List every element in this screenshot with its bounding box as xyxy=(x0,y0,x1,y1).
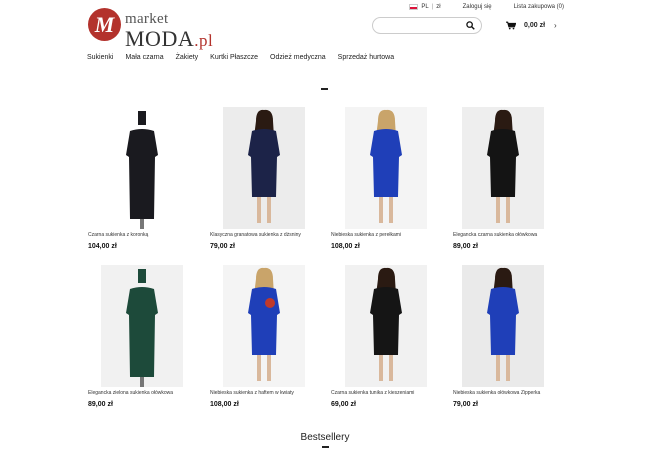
cart-widget[interactable]: 0,00 zł › xyxy=(506,21,557,30)
product-price: 89,00 zł xyxy=(453,243,478,250)
search-input[interactable] xyxy=(373,22,463,37)
section-divider xyxy=(321,88,328,90)
main-nav: Sukienki Mała czarna Żakiety Kurtki Płas… xyxy=(87,54,406,61)
product-name[interactable]: Czarna sukienka tunika z kieszeniami xyxy=(331,390,414,396)
currency-label: zł xyxy=(436,4,441,10)
product-name[interactable]: Niebieska sukienka z haftem w kwiaty xyxy=(210,390,294,396)
logo-suffix: .pl xyxy=(194,31,214,50)
product-image[interactable] xyxy=(462,265,544,387)
product-price: 89,00 zł xyxy=(88,401,113,408)
product-image[interactable] xyxy=(223,265,305,387)
product-price: 69,00 zł xyxy=(331,401,356,408)
dress-illustration xyxy=(370,267,402,381)
nav-item-kurtki-plaszcze[interactable]: Kurtki Płaszcze xyxy=(210,54,258,61)
nav-item-sukienki[interactable]: Sukienki xyxy=(87,54,113,61)
dress-illustration xyxy=(126,269,158,387)
chevron-right-icon: › xyxy=(554,21,557,30)
product-name[interactable]: Elegancka zielona sukienka ołówkowa xyxy=(88,390,173,396)
separator: | xyxy=(431,4,434,10)
product-image[interactable] xyxy=(345,107,427,229)
dress-illustration xyxy=(370,109,402,223)
product-image[interactable] xyxy=(223,107,305,229)
logo-text-big: MODA.pl xyxy=(125,26,213,52)
nav-item-odziez-medyczna[interactable]: Odzież medyczna xyxy=(270,54,326,61)
login-link[interactable]: Zaloguj się xyxy=(463,4,492,10)
cart-icon xyxy=(506,21,516,30)
dress-illustration xyxy=(248,267,280,381)
language-label: PL xyxy=(421,4,429,10)
product-image[interactable] xyxy=(345,265,427,387)
product-name[interactable]: Czarna sukienka z koronką xyxy=(88,232,148,238)
product-price: 108,00 zł xyxy=(210,401,239,408)
wishlist-link[interactable]: Lista zakupowa (0) xyxy=(514,4,564,10)
product-price: 79,00 zł xyxy=(453,401,478,408)
product-name[interactable]: Elegancka czarna sukienka ołówkowa xyxy=(453,232,537,238)
product-image[interactable] xyxy=(101,265,183,387)
product-name[interactable]: Niebieska sukienka ołówkowa Zipperka xyxy=(453,390,540,396)
dress-illustration xyxy=(487,109,519,223)
logo-mark: M xyxy=(88,8,121,41)
dress-illustration xyxy=(487,267,519,381)
cart-total: 0,00 zł xyxy=(524,22,546,29)
product-name[interactable]: Niebieska sukienka z perełkami xyxy=(331,232,401,238)
poland-flag-icon xyxy=(409,4,419,10)
nav-item-zakiety[interactable]: Żakiety xyxy=(176,54,199,61)
top-bar: PL | zł Zaloguj się Lista zakupowa (0) xyxy=(409,4,564,10)
product-image[interactable] xyxy=(462,107,544,229)
bestsellery-heading: Bestsellery xyxy=(300,432,350,443)
section-divider xyxy=(322,446,329,448)
product-name[interactable]: Klasyczna granatowa sukienka z dżsniny xyxy=(210,232,301,238)
product-image[interactable] xyxy=(101,107,183,229)
nav-item-mala-czarna[interactable]: Mała czarna xyxy=(125,54,163,61)
search-box xyxy=(372,17,482,37)
product-price: 79,00 zł xyxy=(210,243,235,250)
search-icon[interactable] xyxy=(466,21,475,30)
dress-illustration xyxy=(248,109,280,223)
dress-illustration xyxy=(126,111,158,229)
nav-item-sprzedaz-hurtowa[interactable]: Sprzedaż hurtowa xyxy=(338,54,394,61)
product-price: 108,00 zł xyxy=(331,243,360,250)
product-price: 104,00 zł xyxy=(88,243,117,250)
logo-moda: MODA xyxy=(125,26,195,51)
language-selector[interactable]: PL | zł xyxy=(409,4,441,10)
logo[interactable]: M market MODA.pl xyxy=(88,8,213,51)
